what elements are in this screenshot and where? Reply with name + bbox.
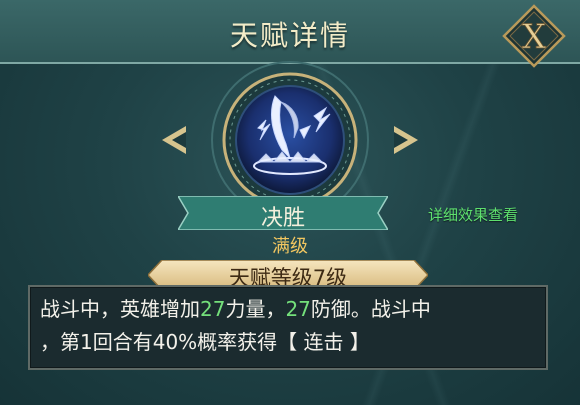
desc-seg1: 战斗中，英雄增加 [40, 297, 200, 321]
talent-detail-panel: 天赋详情 X 决胜 详细效果查看 满级 天赋等级7级 战斗中，英雄增加27力量，… [0, 0, 580, 405]
desc-seg3: 防御。战斗中 [310, 297, 431, 321]
desc-line2: ，第1回合有40%概率获得【 连击 】 [40, 330, 370, 354]
detail-effect-link[interactable]: 详细效果查看 [428, 204, 518, 225]
title-bar: 天赋详情 [0, 0, 580, 64]
talent-description: 战斗中，英雄增加27力量，27防御。战斗中 ，第1回合有40%概率获得【 连击 … [40, 293, 540, 359]
close-icon: X [522, 17, 547, 57]
description-box: 战斗中，英雄增加27力量，27防御。战斗中 ，第1回合有40%概率获得【 连击 … [28, 285, 548, 370]
talent-name: 决胜 [260, 206, 305, 231]
desc-seg2: 力量， [225, 297, 286, 321]
talent-name-wrap: 决胜 [178, 196, 388, 231]
desc-defense-value: 27 [285, 297, 311, 321]
max-level-label: 满级 [272, 236, 308, 257]
desc-strength-value: 27 [200, 297, 226, 321]
page-title: 天赋详情 [229, 19, 350, 52]
close-button[interactable]: X [502, 4, 566, 68]
